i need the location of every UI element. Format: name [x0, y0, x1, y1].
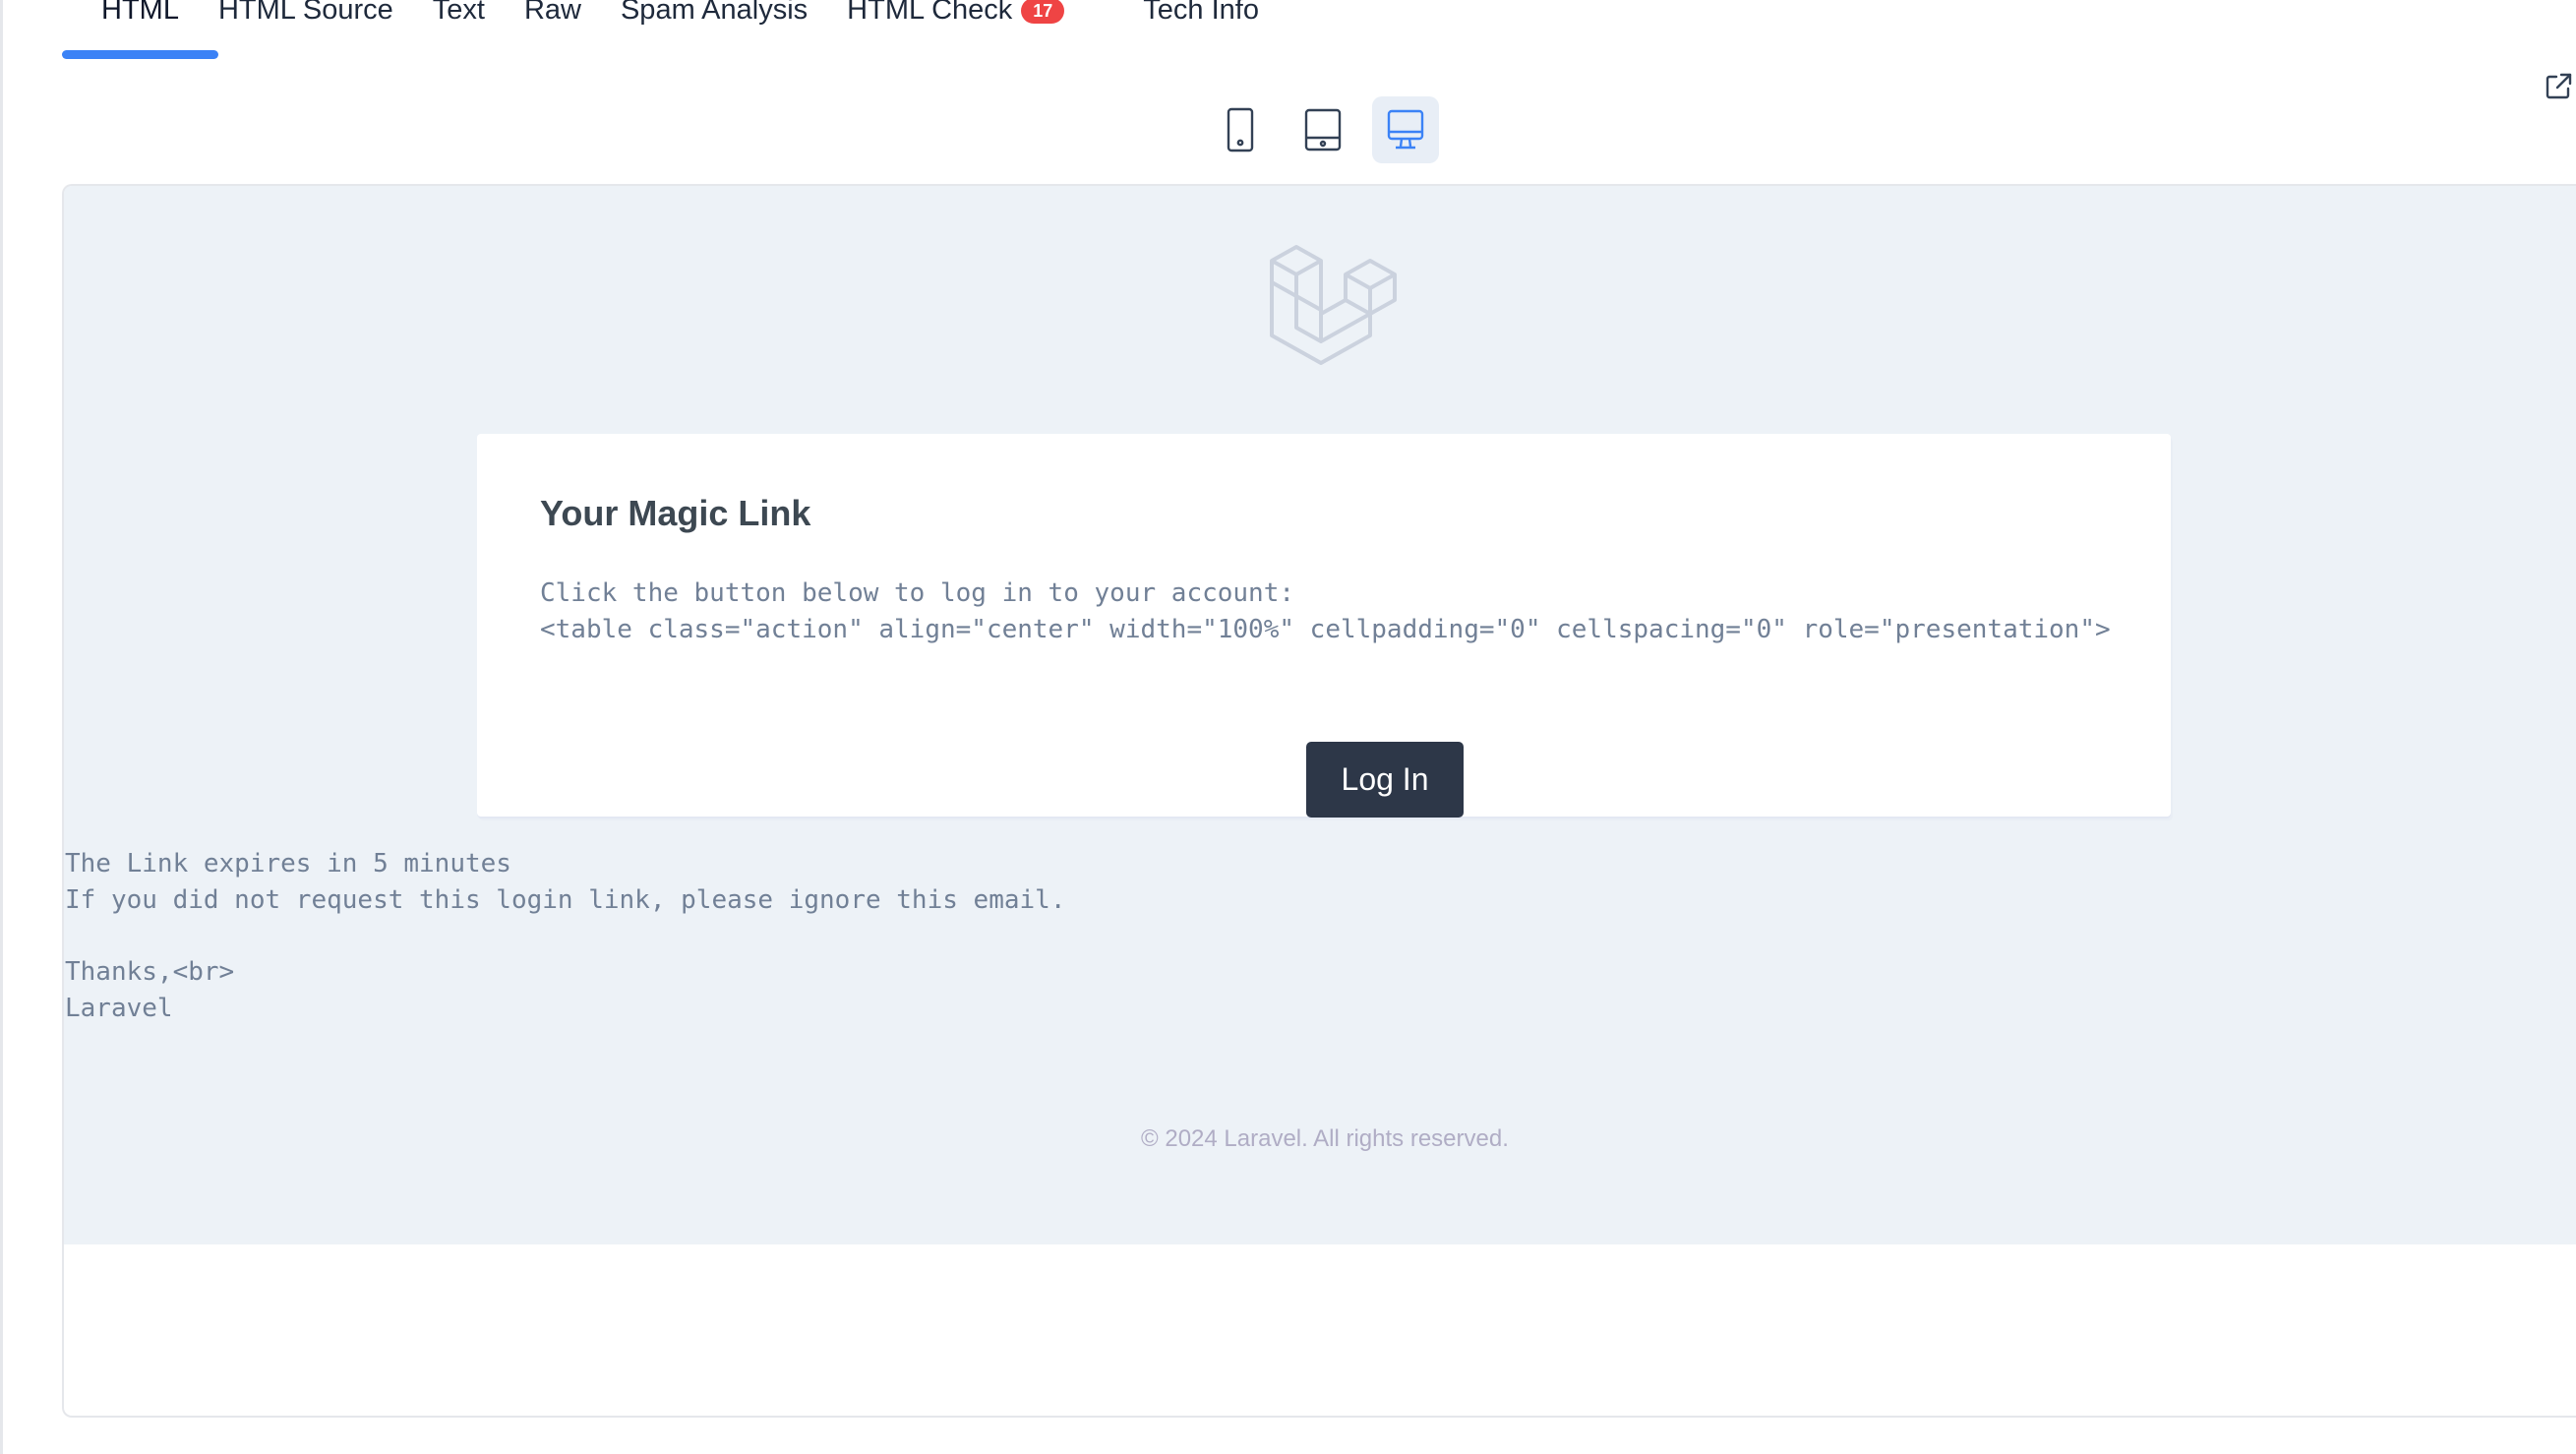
tab-label: Raw: [523, 0, 581, 26]
tab-label: Spam Analysis: [620, 0, 809, 26]
link-expiry-text: The Link expires in 5 minutes: [65, 849, 511, 878]
left-border: [0, 0, 3, 1454]
tab-spam-analysis[interactable]: Spam Analysis: [621, 0, 847, 61]
tab-label: Text: [432, 0, 485, 26]
ignore-notice-text: If you did not request this login link, …: [65, 885, 1066, 915]
tab-label: HTML: [101, 0, 179, 26]
desktop-icon: [1387, 109, 1424, 150]
active-tab-indicator: [62, 50, 218, 59]
thanks-text: Thanks,<br>: [65, 957, 235, 987]
email-intro-text: Click the button below to log in to your…: [540, 578, 1295, 608]
raw-table-markup-text: <table class="action" align="center" wid…: [540, 615, 2111, 644]
tab-label: HTML Source: [217, 0, 393, 26]
desktop-view-button[interactable]: [1372, 96, 1439, 163]
tab-label: Tech Info: [1143, 0, 1259, 26]
email-body-background: Your Magic Link Click the button below t…: [64, 186, 2576, 1244]
tab-html[interactable]: HTML: [62, 0, 218, 61]
log-in-button[interactable]: Log In: [1306, 742, 1464, 818]
tab-tech-info[interactable]: Tech Info: [1143, 0, 1298, 61]
copyright-text: © 2024 Laravel. All rights reserved.: [1141, 1125, 1509, 1152]
tablet-icon: [1304, 108, 1342, 151]
open-in-new-window-icon[interactable]: [2543, 71, 2574, 102]
tab-html-source[interactable]: HTML Source: [218, 0, 433, 61]
preview-tabs: HTML HTML Source Text Raw Spam Analysis …: [62, 0, 1298, 61]
signature-text: Laravel: [65, 994, 173, 1023]
tab-html-check[interactable]: HTML Check 17: [847, 0, 1143, 61]
email-preview-frame: Your Magic Link Click the button below t…: [62, 184, 2576, 1418]
mobile-icon: [1227, 107, 1254, 152]
tab-raw[interactable]: Raw: [524, 0, 621, 61]
html-check-count-badge: 17: [1021, 0, 1065, 24]
mobile-view-button[interactable]: [1207, 96, 1274, 163]
email-preview-page: HTML HTML Source Text Raw Spam Analysis …: [0, 0, 2576, 1454]
tablet-view-button[interactable]: [1289, 96, 1356, 163]
email-title: Your Magic Link: [540, 493, 811, 533]
tab-text[interactable]: Text: [433, 0, 524, 61]
device-size-toggles: [1207, 96, 1439, 163]
laravel-logo: [1263, 237, 1410, 375]
tab-label: HTML Check: [847, 0, 1013, 26]
